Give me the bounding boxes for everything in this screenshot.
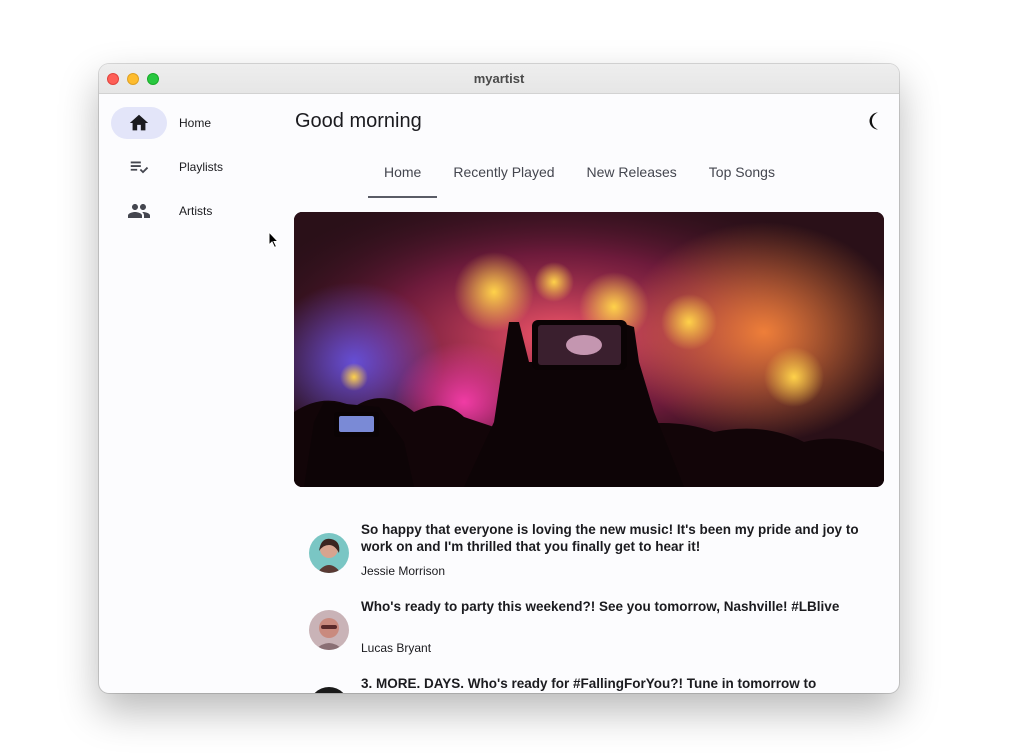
post-author: Lucas Bryant bbox=[361, 641, 432, 655]
window-title: myartist bbox=[473, 71, 525, 86]
sidebar-item-home[interactable]: Home bbox=[111, 107, 271, 139]
post-text: So happy that everyone is loving the new… bbox=[361, 522, 859, 554]
title-bar[interactable]: myartist bbox=[99, 64, 899, 94]
sidebar-item-label: Artists bbox=[179, 204, 213, 218]
mouse-cursor-icon bbox=[268, 231, 280, 249]
sidebar-item-artists[interactable]: Artists bbox=[111, 195, 271, 227]
tab-new-releases[interactable]: New Releases bbox=[571, 152, 693, 198]
tab-bar: Home Recently Played New Releases Top So… bbox=[368, 152, 791, 198]
list-item[interactable]: So happy that everyone is loving the new… bbox=[309, 519, 869, 596]
moon-icon bbox=[869, 112, 878, 130]
avatar bbox=[309, 533, 349, 573]
page-title: Good morning bbox=[295, 110, 422, 132]
post-text: 3. MORE. DAYS. Who's ready for #FallingF… bbox=[361, 676, 817, 691]
tab-top-songs[interactable]: Top Songs bbox=[693, 152, 791, 198]
people-icon bbox=[111, 195, 167, 227]
playlist-icon bbox=[111, 151, 167, 183]
tab-recently-played[interactable]: Recently Played bbox=[437, 152, 570, 198]
main-content: Good morning Home Recently Played New Re… bbox=[279, 94, 899, 693]
sidebar-item-label: Home bbox=[179, 116, 212, 130]
sidebar-item-playlists[interactable]: Playlists bbox=[111, 151, 271, 183]
list-item[interactable]: Who's ready to party this weekend?! See … bbox=[309, 596, 869, 673]
sidebar: Home Playlists Artists bbox=[99, 94, 279, 693]
home-icon bbox=[111, 107, 167, 139]
avatar bbox=[309, 610, 349, 650]
avatar bbox=[309, 687, 349, 693]
theme-toggle-button[interactable] bbox=[869, 111, 889, 131]
list-item[interactable]: 3. MORE. DAYS. Who's ready for #FallingF… bbox=[309, 673, 869, 693]
tab-home[interactable]: Home bbox=[368, 152, 438, 198]
post-author: Jessie Morrison bbox=[361, 564, 446, 578]
hero-concert-image bbox=[294, 212, 884, 487]
feed-list: So happy that everyone is loving the new… bbox=[309, 519, 869, 693]
app-window: myartist Home Playlists Artists Good mor… bbox=[99, 64, 899, 693]
sidebar-item-label: Playlists bbox=[179, 160, 224, 174]
post-text: Who's ready to party this weekend?! See … bbox=[361, 599, 840, 614]
